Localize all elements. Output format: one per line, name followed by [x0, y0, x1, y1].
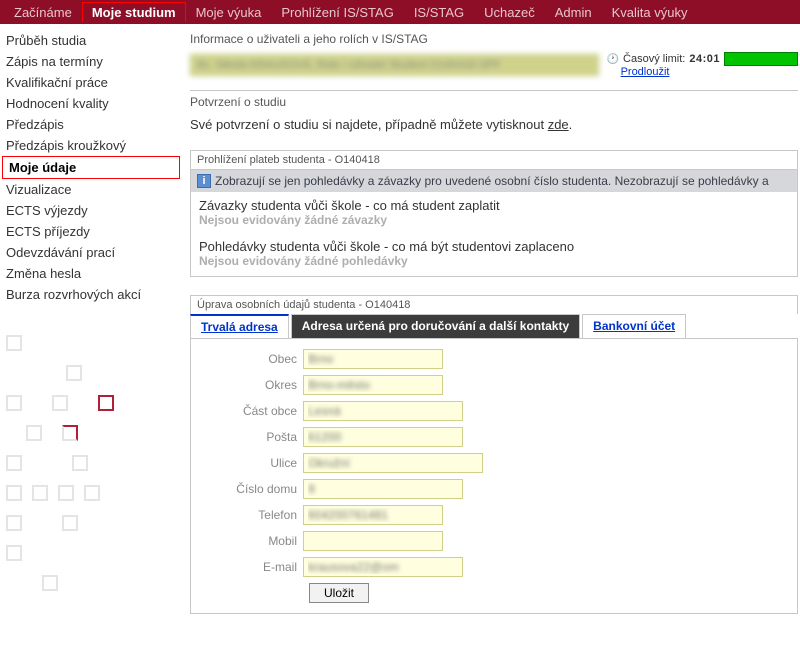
- label-cast_obce: Část obce: [199, 404, 303, 418]
- input-mobil[interactable]: [303, 531, 443, 551]
- input-cast_obce[interactable]: [303, 401, 463, 421]
- topnav-item-za-n-me[interactable]: Začínáme: [4, 2, 82, 23]
- label-posta: Pošta: [199, 430, 303, 444]
- sidebar-item-pr-b-h-studia[interactable]: Průběh studia: [0, 30, 184, 51]
- form-row-ulice: Ulice: [199, 453, 789, 473]
- label-email: E-mail: [199, 560, 303, 574]
- main-content: Informace o uživateli a jeho rolích v IS…: [184, 24, 800, 614]
- save-button[interactable]: Uložit: [309, 583, 369, 603]
- address-form: Obec Okres Část obce Pošta Ulice Číslo domu Te…: [190, 338, 798, 614]
- form-row-obec: Obec: [199, 349, 789, 369]
- personal-tabs: Trvalá adresaAdresa určená pro doručován…: [190, 314, 798, 338]
- personal-panel-title: Úprava osobních údajů studenta - O140418: [190, 295, 798, 314]
- personal-panel: Úprava osobních údajů studenta - O140418…: [190, 295, 798, 614]
- prolong-link[interactable]: Prodloužit: [621, 66, 670, 78]
- sidebar-item-zm-na-hesla[interactable]: Změna hesla: [0, 263, 184, 284]
- liabilities-heading: Závazky studenta vůči škole - co má stud…: [199, 198, 789, 213]
- topnav-item-moje-studium[interactable]: Moje studium: [82, 2, 186, 22]
- input-telefon[interactable]: [303, 505, 443, 525]
- label-ulice: Ulice: [199, 456, 303, 470]
- decorative-squares: [0, 335, 184, 591]
- payments-panel: Prohlížení plateb studenta - O140418 i Z…: [190, 150, 798, 277]
- confirm-link[interactable]: zde: [548, 117, 569, 132]
- sidebar-item-vizualizace[interactable]: Vizualizace: [0, 179, 184, 200]
- tab-bankovn-et[interactable]: Bankovní účet: [582, 314, 686, 338]
- input-obec[interactable]: [303, 349, 443, 369]
- form-row-okres: Okres: [199, 375, 789, 395]
- sidebar-item-burza-rozvrhov-ch-akc-[interactable]: Burza rozvrhových akcí: [0, 284, 184, 305]
- form-row-telefon: Telefon: [199, 505, 789, 525]
- topnav-item-moje-v-uka[interactable]: Moje výuka: [186, 2, 272, 23]
- session-timer: 🕐 Časový limit: 24:01 Prodloužit: [607, 52, 798, 78]
- label-obec: Obec: [199, 352, 303, 366]
- timer-label: Časový limit:: [623, 53, 685, 65]
- sidebar-item-moje-daje[interactable]: Moje údaje: [2, 156, 180, 179]
- label-telefon: Telefon: [199, 508, 303, 522]
- timer-value: 24:01: [689, 53, 720, 65]
- sidebar-item-p-edz-pis-krou-kov-[interactable]: Předzápis kroužkový: [0, 135, 184, 156]
- top-nav: ZačínámeMoje studiumMoje výukaProhlížení…: [0, 0, 800, 24]
- sidebar-item-ects-v-jezdy[interactable]: ECTS výjezdy: [0, 200, 184, 221]
- topnav-item-admin[interactable]: Admin: [545, 2, 602, 23]
- timer-bar: [724, 52, 798, 66]
- form-row-posta: Pošta: [199, 427, 789, 447]
- tab-trval-adresa[interactable]: Trvalá adresa: [190, 314, 289, 338]
- liabilities-empty: Nejsou evidovány žádné závazky: [199, 213, 789, 227]
- sidebar-item-ects-p-jezdy[interactable]: ECTS příjezdy: [0, 221, 184, 242]
- userinfo-heading: Informace o uživateli a jeho rolích v IS…: [190, 32, 798, 46]
- label-cislo: Číslo domu: [199, 482, 303, 496]
- receivables-heading: Pohledávky studenta vůči škole - co má b…: [199, 239, 789, 254]
- userinfo-bar: Bc. Nikola KRAUSOVÁ, Role / uživatel Stu…: [190, 54, 599, 76]
- sidebar: Průběh studiaZápis na termínyKvalifikačn…: [0, 24, 184, 591]
- tab-adresa-ur-en-pro-doru-ov[interactable]: Adresa určená pro doručování a další kon…: [291, 314, 580, 338]
- sidebar-item-kvalifika-n-pr-ce[interactable]: Kvalifikační práce: [0, 72, 184, 93]
- info-icon: i: [197, 174, 211, 188]
- topnav-item-uchaze-[interactable]: Uchazeč: [474, 2, 545, 23]
- receivables-empty: Nejsou evidovány žádné pohledávky: [199, 254, 789, 268]
- payments-panel-title: Prohlížení plateb studenta - O140418: [191, 151, 797, 170]
- confirm-heading: Potvrzení o studiu: [190, 95, 798, 109]
- sidebar-item-p-edz-pis[interactable]: Předzápis: [0, 114, 184, 135]
- topnav-item-prohl-en-is-stag[interactable]: Prohlížení IS/STAG: [271, 2, 403, 23]
- topnav-item-is-stag[interactable]: IS/STAG: [404, 2, 474, 23]
- label-mobil: Mobil: [199, 534, 303, 548]
- payments-info-strip: i Zobrazují se jen pohledávky a závazky …: [191, 170, 797, 192]
- input-ulice[interactable]: [303, 453, 483, 473]
- form-row-cast_obce: Část obce: [199, 401, 789, 421]
- topnav-item-kvalita-v-uky[interactable]: Kvalita výuky: [602, 2, 698, 23]
- form-row-email: E-mail: [199, 557, 789, 577]
- label-okres: Okres: [199, 378, 303, 392]
- sidebar-item-z-pis-na-term-ny[interactable]: Zápis na termíny: [0, 51, 184, 72]
- form-row-mobil: Mobil: [199, 531, 789, 551]
- clock-icon: 🕐: [607, 54, 619, 65]
- sidebar-item-odevzd-v-n-prac-[interactable]: Odevzdávání prací: [0, 242, 184, 263]
- input-posta[interactable]: [303, 427, 463, 447]
- sidebar-item-hodnocen-kvality[interactable]: Hodnocení kvality: [0, 93, 184, 114]
- input-email[interactable]: [303, 557, 463, 577]
- input-okres[interactable]: [303, 375, 443, 395]
- form-row-cislo: Číslo domu: [199, 479, 789, 499]
- confirm-text: Své potvrzení o studiu si najdete, přípa…: [190, 117, 798, 132]
- input-cislo[interactable]: [303, 479, 463, 499]
